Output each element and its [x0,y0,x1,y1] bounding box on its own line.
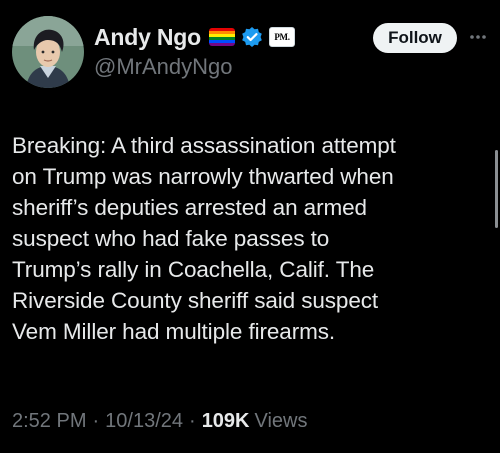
tweet-text: Breaking: A third assassination attempt … [12,130,490,347]
follow-button[interactable]: Follow [373,23,457,53]
tweet-text-line: Vem Miller had multiple firearms. [12,319,336,344]
meta-separator: · [189,410,196,432]
more-button[interactable] [467,27,489,47]
tweet-text-line: Riverside County sheriff said suspect [12,288,379,313]
verified-badge-icon[interactable] [241,26,263,48]
author-handle[interactable]: @MrAndyNgo [94,54,233,80]
tweet-date[interactable]: 10/13/24 [105,410,183,433]
tweet-text-line: Breaking: A third assassination attempt [12,133,396,158]
tweet-time[interactable]: 2:52 PM [12,410,86,433]
author-name-row: Andy Ngo PM. [94,22,295,52]
scrollbar[interactable] [495,150,498,228]
tweet-text-line: on Trump was narrowly thwarted when [12,164,394,189]
more-dots-icon [470,35,486,39]
avatar[interactable] [12,16,84,88]
tweet-text-line: Trump’s rally in Coachella, Calif. The [12,257,375,282]
views-count: 109K [201,410,250,432]
tweet-text-line: suspect who had fake passes to [12,226,330,251]
affiliate-badge[interactable]: PM. [269,27,295,47]
display-name[interactable]: Andy Ngo [94,24,201,51]
meta-separator: · [92,410,100,432]
views-label: Views [254,410,308,432]
rainbow-flag-icon [209,28,235,46]
tweet-meta: 2:52 PM · 10/13/24 · 109K Views [12,410,308,433]
tweet-text-line: sheriff’s deputies arrested an armed [12,195,367,220]
